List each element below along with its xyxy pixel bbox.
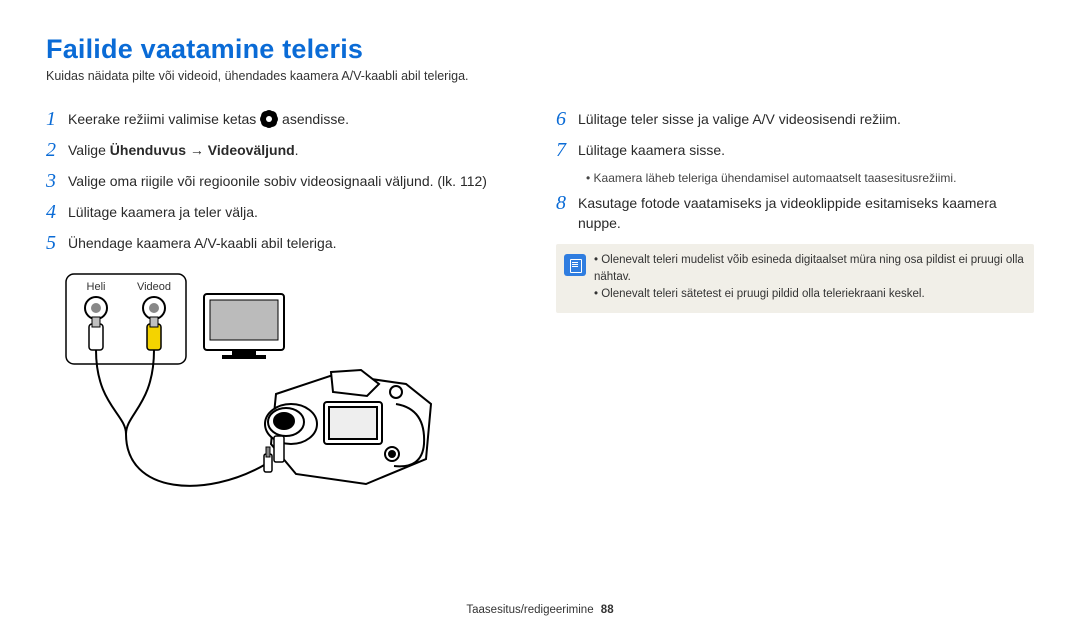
- diagram-svg: Heli Videod: [46, 264, 436, 534]
- step-number: 1: [46, 109, 68, 130]
- text: .: [295, 142, 299, 158]
- step-text: Lülitage teler sisse ja valige A/V video…: [578, 109, 901, 129]
- step-8: 8 Kasutage fotode vaatamiseks ja videokl…: [556, 193, 1034, 234]
- note-box: Olenevalt teleri mudelist võib esineda d…: [556, 244, 1034, 314]
- step-3: 3 Valige oma riigile või regioonile sobi…: [46, 171, 524, 192]
- step-number: 8: [556, 193, 578, 214]
- step-number: 6: [556, 109, 578, 130]
- left-column: 1 Keerake režiimi valimise ketas asendis…: [46, 109, 524, 534]
- text: asendisse.: [278, 111, 349, 127]
- step-6: 6 Lülitage teler sisse ja valige A/V vid…: [556, 109, 1034, 130]
- step-number: 2: [46, 140, 68, 161]
- label-audio: Heli: [87, 281, 106, 293]
- text: Keerake režiimi valimise ketas: [68, 111, 260, 127]
- gear-icon: [262, 112, 276, 126]
- page-subtitle: Kuidas näidata pilte või videoid, ühenda…: [46, 69, 1034, 83]
- step-text: Lülitage kaamera sisse.: [578, 140, 725, 160]
- note-body: Olenevalt teleri mudelist võib esineda d…: [594, 252, 1024, 304]
- step-1: 1 Keerake režiimi valimise ketas asendis…: [46, 109, 524, 130]
- av-connection-diagram: Heli Videod: [46, 264, 524, 534]
- step-text: Valige Ühenduvus → Videoväljund.: [68, 140, 299, 160]
- step-4: 4 Lülitage kaamera ja teler välja.: [46, 202, 524, 223]
- footer-page-number: 88: [601, 604, 614, 616]
- right-column: 6 Lülitage teler sisse ja valige A/V vid…: [556, 109, 1034, 534]
- step-2: 2 Valige Ühenduvus → Videoväljund.: [46, 140, 524, 161]
- page-footer: Taasesitus/redigeerimine 88: [0, 604, 1080, 616]
- bold-text: Videoväljund: [208, 142, 295, 158]
- step-text: Ühendage kaamera A/V-kaabli abil telerig…: [68, 233, 337, 253]
- step-number: 3: [46, 171, 68, 192]
- step-text: Valige oma riigile või regioonile sobiv …: [68, 171, 487, 191]
- note-line: Olenevalt teleri mudelist võib esineda d…: [594, 252, 1024, 287]
- page-title: Failide vaatamine teleris: [46, 34, 1034, 65]
- step-number: 7: [556, 140, 578, 161]
- note-line: Olenevalt teleri sätetest ei pruugi pild…: [594, 286, 1024, 303]
- content-columns: 1 Keerake režiimi valimise ketas asendis…: [46, 109, 1034, 534]
- note-icon: [564, 254, 586, 276]
- text: →: [186, 142, 208, 158]
- step-number: 5: [46, 233, 68, 254]
- footer-section: Taasesitus/redigeerimine: [466, 604, 593, 616]
- bold-text: Ühenduvus: [110, 142, 186, 158]
- step-text: Kasutage fotode vaatamiseks ja videoklip…: [578, 193, 1034, 234]
- manual-page: Failide vaatamine teleris Kuidas näidata…: [0, 0, 1080, 630]
- step-text: Lülitage kaamera ja teler välja.: [68, 202, 258, 222]
- step-text: Keerake režiimi valimise ketas asendisse…: [68, 109, 349, 129]
- label-video: Videod: [137, 281, 171, 293]
- step-5: 5 Ühendage kaamera A/V-kaabli abil teler…: [46, 233, 524, 254]
- step-7-subnote: Kaamera läheb teleriga ühendamisel autom…: [586, 171, 1034, 185]
- text: Valige: [68, 142, 110, 158]
- step-number: 4: [46, 202, 68, 223]
- step-7: 7 Lülitage kaamera sisse.: [556, 140, 1034, 161]
